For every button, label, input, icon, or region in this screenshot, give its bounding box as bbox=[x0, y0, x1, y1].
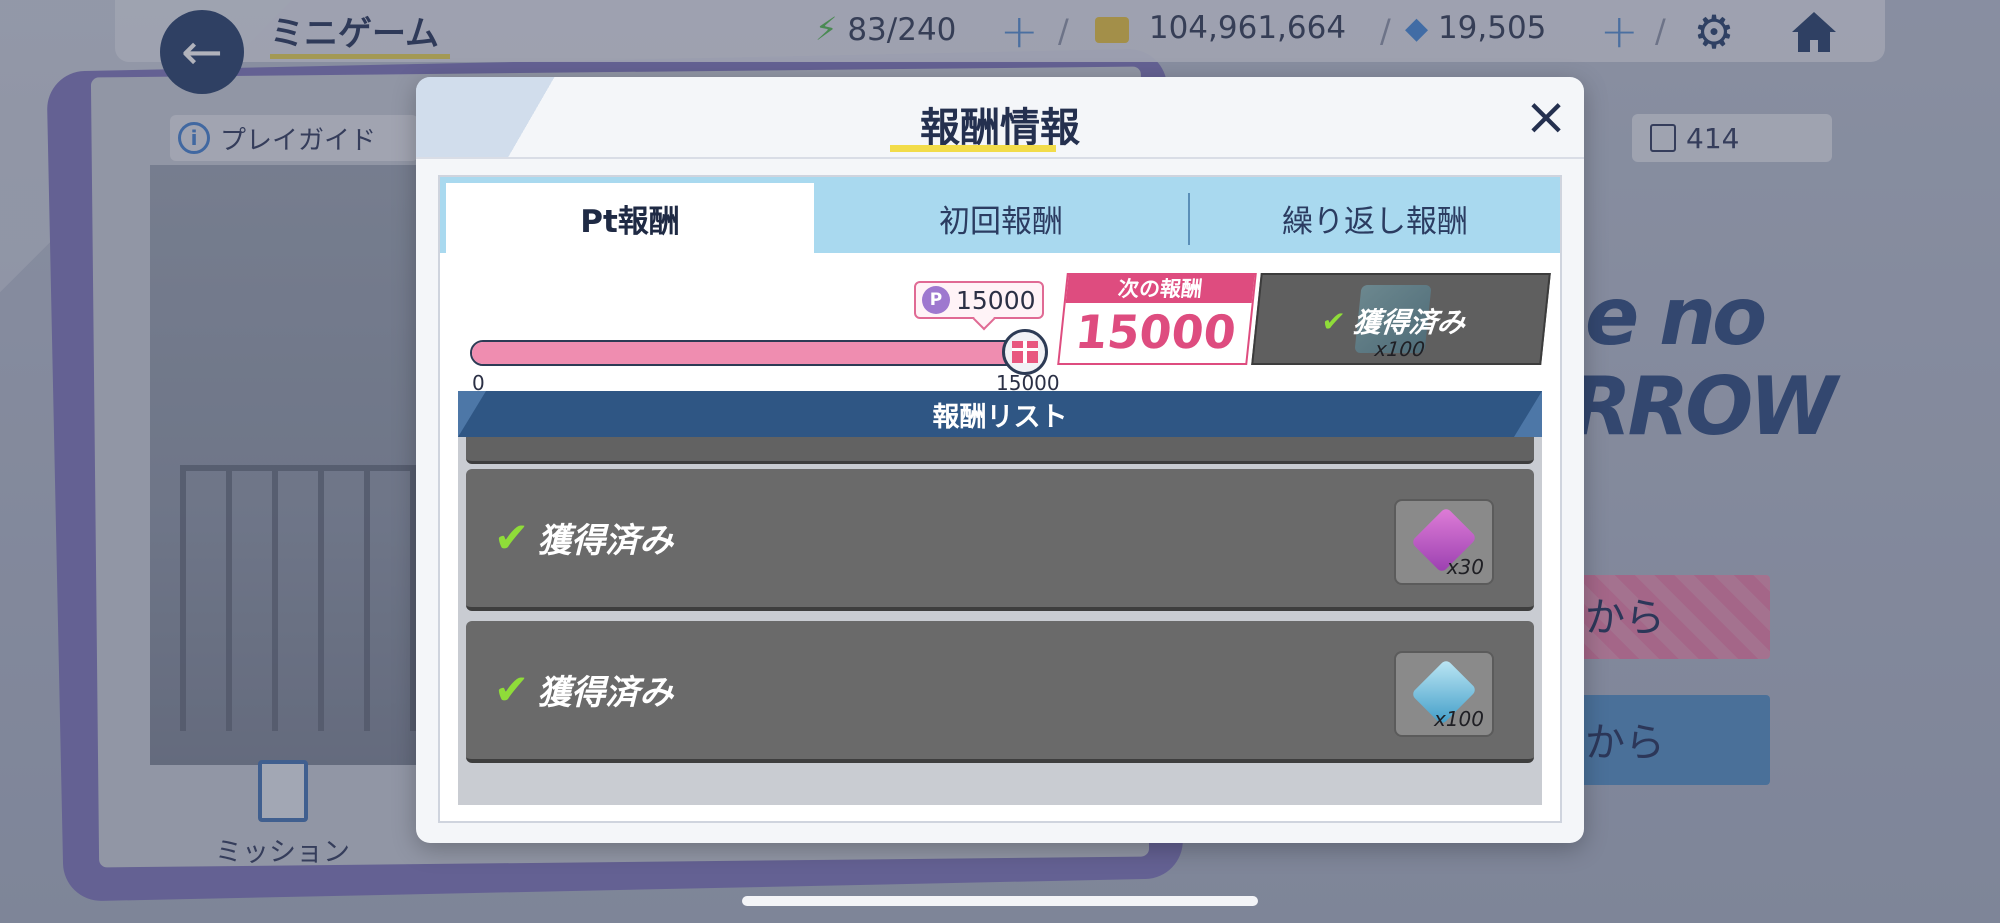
reward-quantity: x100 bbox=[1433, 707, 1484, 731]
list-item: ✔ 獲得済み x30 bbox=[466, 469, 1534, 611]
next-reward-status: ✔ 獲得済み bbox=[1320, 301, 1468, 341]
reward-tabs: Pt報酬 初回報酬 繰り返し報酬 bbox=[440, 177, 1560, 253]
reward-info-modal: 報酬情報 × Pt報酬 初回報酬 繰り返し報酬 P 15000 0 15000 … bbox=[416, 77, 1584, 843]
check-icon: ✔ bbox=[494, 665, 530, 714]
next-reward-label: 次の報酬 bbox=[1065, 275, 1255, 303]
reward-status-label: 獲得済み bbox=[537, 521, 674, 561]
next-reward-value: 15000 bbox=[1072, 305, 1239, 359]
reward-status: ✔ 獲得済み bbox=[494, 665, 673, 714]
point-icon: P bbox=[922, 286, 950, 314]
list-item: ✔ 獲得済み x100 bbox=[466, 621, 1534, 763]
close-icon[interactable]: × bbox=[1522, 91, 1570, 143]
modal-title-underline bbox=[890, 145, 1056, 152]
reward-panel: Pt報酬 初回報酬 繰り返し報酬 P 15000 0 15000 次の報酬 15… bbox=[438, 175, 1562, 823]
next-reward-item: x100 ✔ 獲得済み bbox=[1251, 273, 1551, 365]
modal-divider bbox=[416, 157, 1584, 159]
progress-fill bbox=[472, 342, 1036, 364]
reward-list[interactable]: ✔ 獲得済み x30 ✔ 獲得済み x100 bbox=[458, 437, 1542, 805]
tab-repeat-reward[interactable]: 繰り返し報酬 bbox=[1190, 183, 1560, 253]
reward-list-header: 報酬リスト bbox=[458, 391, 1542, 437]
purple-gem-icon: x30 bbox=[1394, 499, 1494, 585]
gift-icon bbox=[1002, 329, 1048, 375]
reward-status-label: 獲得済み bbox=[537, 673, 674, 713]
tab-first-reward[interactable]: 初回報酬 bbox=[814, 183, 1188, 253]
check-icon: ✔ bbox=[494, 513, 530, 562]
reward-status: ✔ 獲得済み bbox=[494, 513, 673, 562]
points-progress-bar bbox=[470, 340, 1038, 366]
check-icon: ✔ bbox=[1320, 304, 1347, 338]
next-reward-box: 次の報酬 15000 bbox=[1057, 273, 1257, 365]
reward-quantity: x30 bbox=[1446, 555, 1484, 579]
tab-pt-reward[interactable]: Pt報酬 bbox=[446, 183, 814, 253]
list-item bbox=[466, 437, 1534, 464]
points-bubble-value: 15000 bbox=[956, 285, 1036, 315]
points-bubble: P 15000 bbox=[914, 281, 1044, 319]
home-indicator[interactable] bbox=[742, 896, 1258, 906]
next-reward-status-label: 獲得済み bbox=[1351, 306, 1467, 339]
blue-crystal-icon: x100 bbox=[1394, 651, 1494, 737]
